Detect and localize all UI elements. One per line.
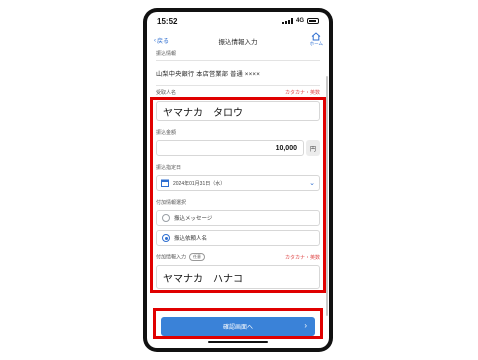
home-label: ホーム	[309, 41, 323, 46]
account-text: 山梨中央銀行 本店営業部 普通 ××××	[156, 71, 261, 78]
status-bar: 15:52 4G	[147, 12, 329, 30]
back-button[interactable]: ‹ 戻る	[154, 36, 170, 46]
signal-icon	[281, 18, 293, 24]
recipient-label: 受取人名	[156, 90, 177, 96]
scrollbar[interactable]	[326, 76, 328, 316]
back-label: 戻る	[157, 39, 170, 45]
recipient-hint: カタカナ・英数	[284, 90, 320, 96]
divider	[156, 60, 320, 61]
battery-icon	[307, 18, 319, 24]
network-label: 4G	[295, 18, 304, 24]
recipient-label-row: 受取人名 カタカナ・英数	[156, 89, 320, 96]
chevron-left-icon: ‹	[154, 37, 156, 44]
page-title: 振込情報入力	[218, 39, 258, 46]
divider	[156, 85, 320, 86]
highlight-box-button	[153, 308, 323, 339]
status-time: 15:52	[157, 16, 178, 26]
home-button[interactable]: ホーム	[310, 32, 323, 47]
home-icon	[311, 32, 321, 41]
nav-bar: ‹ 戻る 振込情報入力 ホーム	[147, 30, 329, 52]
home-indicator	[208, 341, 268, 343]
highlight-box-form	[150, 97, 326, 293]
status-indicators: 4G	[281, 18, 319, 24]
transfer-info-label: 振込情報	[156, 51, 177, 57]
